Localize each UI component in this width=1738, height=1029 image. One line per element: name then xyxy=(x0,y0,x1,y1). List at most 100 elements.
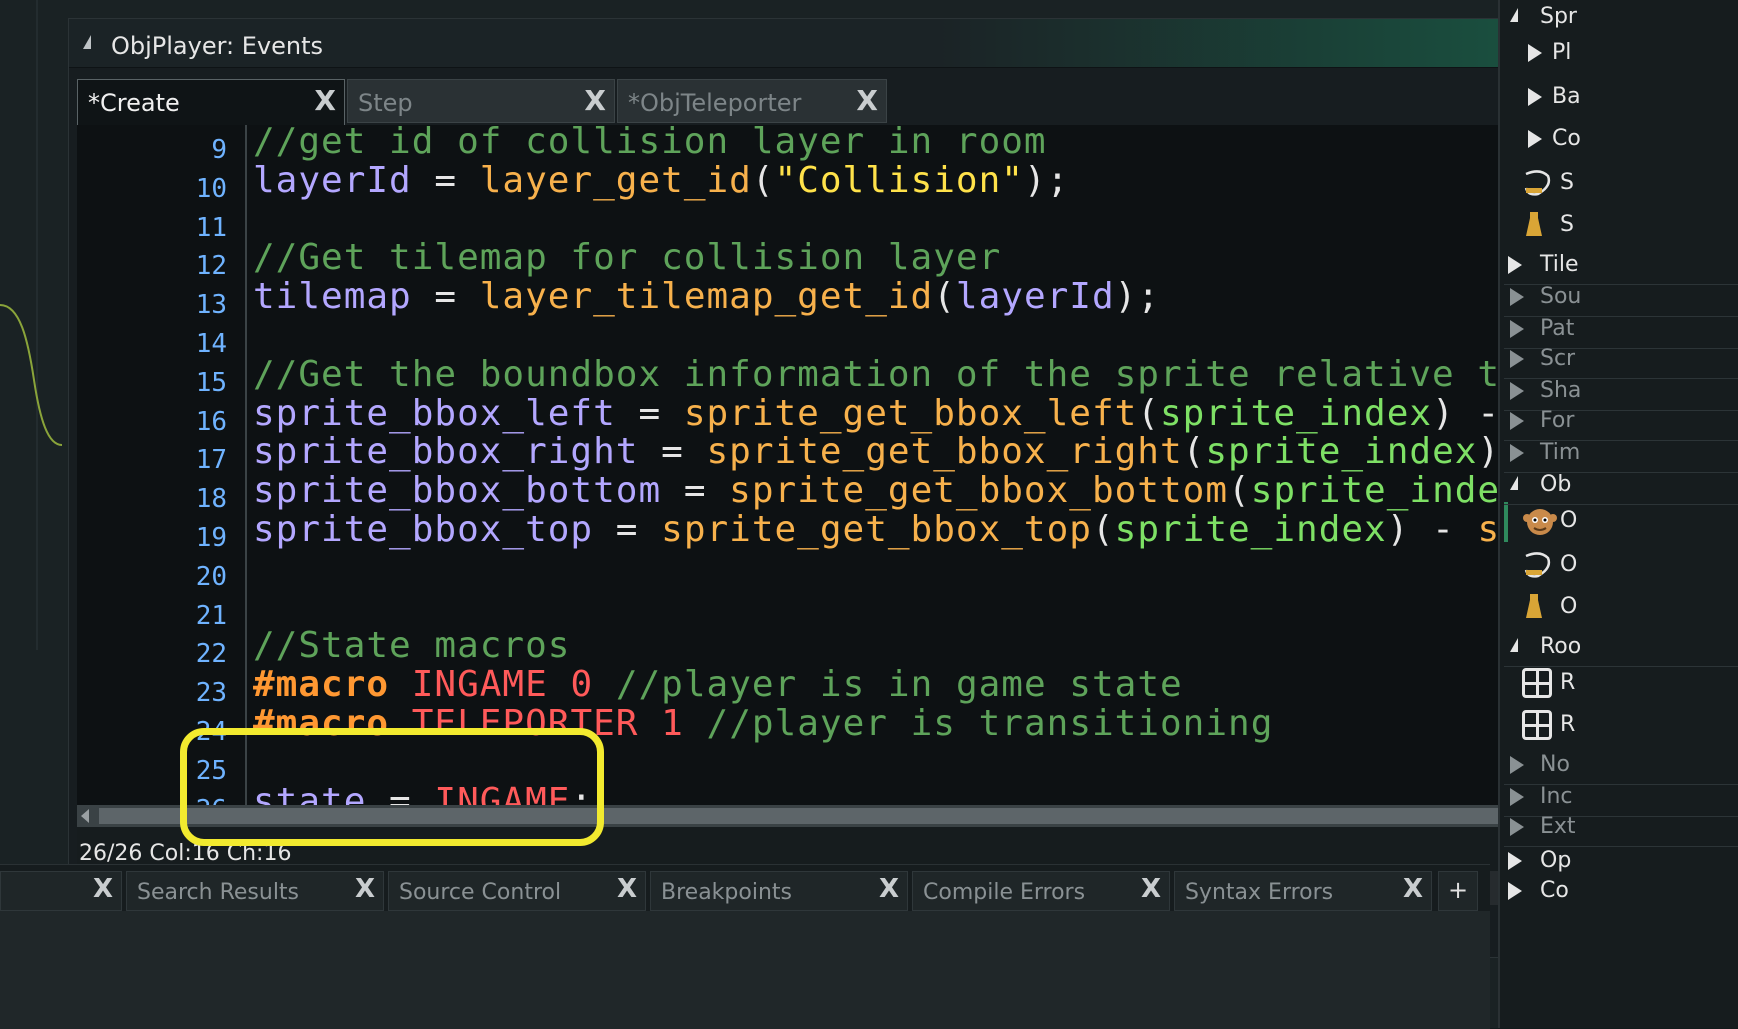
asset-item[interactable]: Ext xyxy=(1500,812,1738,844)
asset-item-label: Pl xyxy=(1552,40,1572,65)
asset-item[interactable]: O xyxy=(1500,550,1738,582)
code-token: layerId xyxy=(253,159,412,201)
asset-item[interactable]: R xyxy=(1500,668,1738,700)
close-icon[interactable]: X xyxy=(1403,874,1423,904)
code-token: = xyxy=(661,470,730,512)
window-titlebar[interactable]: ObjPlayer: Events xyxy=(69,19,1651,68)
asset-item-label: Co xyxy=(1552,126,1581,151)
code-token: layer_tilemap_get_id xyxy=(479,276,934,318)
asset-item-label: S xyxy=(1560,170,1574,195)
asset-item[interactable]: Pat xyxy=(1500,314,1738,346)
asset-item[interactable]: R xyxy=(1500,710,1738,742)
annotation-highlight xyxy=(180,728,604,846)
empty-folder-triangle-icon xyxy=(1510,320,1524,338)
close-icon[interactable]: X xyxy=(314,86,336,116)
asset-item[interactable]: S xyxy=(1500,210,1738,242)
asset-item[interactable]: Co xyxy=(1500,124,1738,156)
collapsed-triangle-icon xyxy=(1528,130,1542,148)
asset-item[interactable]: Pl xyxy=(1500,38,1738,70)
asset-item[interactable]: Ob xyxy=(1500,470,1738,502)
code-token: ( xyxy=(1228,470,1251,512)
code-token: layer_get_id xyxy=(479,159,752,201)
tab-compile-errors[interactable]: Compile Errors X xyxy=(912,871,1170,911)
asset-item[interactable]: O xyxy=(1500,592,1738,624)
room-icon xyxy=(1522,668,1552,698)
expanded-triangle-icon xyxy=(1510,638,1518,652)
close-icon[interactable]: X xyxy=(856,86,878,116)
close-icon[interactable]: X xyxy=(584,86,606,116)
line-number: 17 xyxy=(195,445,227,476)
asset-browser: Spr Pl Ba Co S S Tile Sou Pat Scr Sha For Tim Ob O O O Ro… xyxy=(1498,0,1738,1028)
code-token: //get id of collision layer in room xyxy=(253,125,1047,162)
line-number: 10 xyxy=(195,173,227,204)
scroll-left-icon[interactable] xyxy=(81,809,89,823)
empty-folder-triangle-icon xyxy=(1510,350,1524,368)
teleporter-object-icon xyxy=(1522,550,1556,584)
tab-label: Syntax Errors xyxy=(1185,880,1334,905)
asset-item[interactable]: Sha xyxy=(1500,376,1738,408)
code-token: ( xyxy=(1091,509,1115,550)
code-token: //Get the boundbox information of the sp… xyxy=(253,353,1651,395)
tab-syntax-errors[interactable]: Syntax Errors X xyxy=(1174,871,1432,911)
line-number: 23 xyxy=(195,678,227,709)
asset-item[interactable]: No xyxy=(1500,750,1738,782)
bottle-sprite-icon xyxy=(1522,210,1546,244)
close-icon[interactable]: X xyxy=(879,874,899,904)
code-line: //State macros xyxy=(253,625,570,666)
asset-item[interactable]: Op xyxy=(1500,846,1738,878)
asset-item-label: Ba xyxy=(1552,84,1581,109)
asset-item[interactable]: Spr xyxy=(1500,2,1738,34)
asset-item[interactable]: Inc xyxy=(1500,782,1738,814)
code-token: //State macros xyxy=(253,625,571,667)
collapsed-triangle-icon xyxy=(1508,256,1522,274)
asset-item[interactable]: Tile xyxy=(1500,250,1738,282)
tab-label: Compile Errors xyxy=(923,880,1086,905)
close-icon[interactable]: X xyxy=(1141,874,1161,904)
line-number: 11 xyxy=(195,212,227,243)
close-icon[interactable]: X xyxy=(617,874,637,904)
add-tab-button[interactable]: + xyxy=(1438,871,1478,911)
event-tabs: *Create X Step X *ObjTeleporter X xyxy=(77,79,1651,125)
empty-folder-triangle-icon xyxy=(1510,444,1524,462)
asset-item[interactable]: Ba xyxy=(1500,82,1738,114)
tab-breakpoints[interactable]: Breakpoints X xyxy=(650,871,908,911)
code-token: ) - xyxy=(1386,509,1478,550)
asset-item[interactable]: For xyxy=(1500,406,1738,438)
asset-item[interactable]: Sou xyxy=(1500,282,1738,314)
asset-item[interactable]: Tim xyxy=(1500,438,1738,470)
code-token: sprite_get_bbox_top xyxy=(661,509,1092,550)
asset-item-label: O xyxy=(1560,508,1578,533)
code-token: sprite_bbox_left xyxy=(253,392,616,434)
code-token: = xyxy=(411,276,480,318)
tab-source-control[interactable]: Source Control X xyxy=(388,871,646,911)
line-number: 19 xyxy=(195,523,227,553)
code-token: ( xyxy=(751,159,775,201)
code-token: layerId xyxy=(955,276,1115,318)
tab-search-results[interactable]: Search Results X xyxy=(126,871,384,911)
line-number: 22 xyxy=(195,639,227,670)
collapse-icon[interactable] xyxy=(83,35,91,49)
tab-objteleporter[interactable]: *ObjTeleporter X xyxy=(617,79,887,123)
line-number: 9 xyxy=(211,135,227,165)
empty-folder-triangle-icon xyxy=(1510,818,1524,836)
asset-item-label: No xyxy=(1540,752,1570,777)
room-icon xyxy=(1522,710,1552,740)
asset-item[interactable]: Co xyxy=(1500,876,1738,908)
tab-step[interactable]: Step X xyxy=(347,79,615,123)
output-body xyxy=(0,911,1490,1029)
close-icon[interactable]: X xyxy=(93,874,113,904)
asset-item[interactable]: S xyxy=(1500,168,1738,200)
code-token: sprite_get_bbox_right xyxy=(706,431,1183,473)
tab-create[interactable]: *Create X xyxy=(77,79,345,125)
close-icon[interactable]: X xyxy=(355,874,375,904)
line-number: 21 xyxy=(195,600,227,631)
asset-item-label: Co xyxy=(1540,878,1569,903)
asset-item[interactable]: Roo xyxy=(1500,632,1738,664)
tab-output[interactable]: X xyxy=(0,871,122,911)
asset-item[interactable]: O xyxy=(1500,506,1738,538)
asset-item[interactable]: Scr xyxy=(1500,344,1738,376)
collapsed-triangle-icon xyxy=(1528,88,1542,106)
tab-label: Step xyxy=(358,89,413,117)
line-number: 13 xyxy=(195,290,227,321)
empty-folder-triangle-icon xyxy=(1510,412,1524,430)
